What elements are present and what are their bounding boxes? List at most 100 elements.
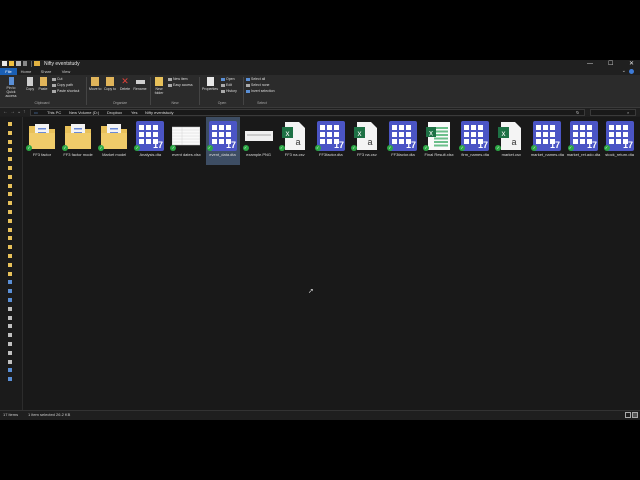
nav-folder-icon[interactable] (8, 368, 12, 373)
nav-folder-icon[interactable] (8, 324, 12, 329)
copy-button[interactable]: Copy (25, 77, 35, 91)
breadcrumb-volume[interactable]: New Volume (D:) (69, 110, 99, 116)
copy-to-button[interactable]: Copy to (104, 77, 116, 91)
select-all-button[interactable]: Select all (246, 77, 265, 82)
file-item[interactable]: ✓ event dates.xlsx (169, 117, 203, 165)
history-button[interactable]: History (221, 89, 237, 94)
nav-folder-icon[interactable] (8, 218, 12, 223)
nav-folder-icon[interactable] (8, 236, 12, 241)
maximize-button[interactable]: ☐ (608, 60, 613, 68)
search-input[interactable]: ⌕ (590, 108, 636, 116)
tab-home[interactable]: Home (18, 68, 34, 75)
nav-folder-icon[interactable] (8, 262, 12, 267)
recent-locations-button[interactable]: ⌄ (17, 108, 21, 116)
scissors-icon (52, 77, 56, 81)
tab-view[interactable]: View (58, 68, 74, 75)
properties-icon[interactable] (2, 61, 7, 66)
paste-button[interactable]: Paste (38, 77, 48, 91)
nav-folder-icon[interactable] (8, 359, 12, 364)
file-item[interactable]: 17 ✓ Analysis.dta (133, 117, 167, 165)
pin-quick-access-button[interactable]: Pin to Quick access (2, 77, 20, 98)
file-item[interactable]: 17 ✓ event_data.dta (205, 117, 240, 165)
nav-folder-icon[interactable] (8, 139, 12, 144)
file-item[interactable]: 17 ✓ market_names.dta (530, 117, 564, 165)
nav-folder-icon[interactable] (8, 183, 12, 188)
minimize-button[interactable]: — (587, 60, 593, 68)
open-button[interactable]: Open (221, 77, 235, 82)
file-item[interactable]: x ✓ Final Result.xlsx (422, 117, 456, 165)
navigation-pane[interactable] (0, 117, 23, 410)
breadcrumb-dropbox[interactable]: Dropbox (107, 110, 122, 116)
move-to-icon (91, 77, 99, 86)
file-item[interactable]: x a ✓ FF3 na.csv (278, 117, 312, 165)
tab-file[interactable]: File (0, 68, 17, 75)
select-none-button[interactable]: Select none (246, 83, 270, 88)
file-item[interactable]: ✓ FF3 factor (25, 117, 59, 165)
cut-button[interactable]: Cut (52, 77, 62, 82)
customize-toolbar-icon[interactable] (23, 61, 27, 66)
nav-folder-icon[interactable] (8, 166, 12, 170)
paste-shortcut-button[interactable]: Paste shortcut (52, 89, 79, 94)
nav-folder-icon[interactable] (8, 315, 12, 320)
breadcrumb-yes[interactable]: Yes (131, 110, 138, 116)
nav-folder-icon[interactable] (8, 342, 12, 346)
new-item-button[interactable]: New item (168, 77, 188, 82)
nav-folder-icon[interactable] (8, 333, 12, 338)
nav-folder-icon[interactable] (8, 298, 12, 302)
file-item[interactable]: ✓ FF3 factor mode (61, 117, 95, 165)
nav-folder-icon[interactable] (8, 306, 12, 311)
nav-folder-icon[interactable] (8, 130, 12, 135)
file-item[interactable]: 17 ✓ stock_return.dta (603, 117, 637, 165)
new-folder-button[interactable]: New folder (153, 77, 165, 95)
nav-folder-icon[interactable] (8, 271, 12, 276)
file-item[interactable]: x a ✓ market.csv (494, 117, 528, 165)
back-button[interactable]: ← (3, 108, 8, 116)
file-item[interactable]: ✓ Market model (97, 117, 131, 165)
quick-access-icon[interactable] (16, 61, 21, 66)
nav-folder-icon[interactable] (8, 192, 12, 197)
properties-button[interactable]: Properties (202, 77, 218, 91)
rename-button[interactable]: Rename (133, 77, 147, 91)
nav-folder-icon[interactable] (8, 227, 12, 232)
file-item[interactable]: 17 ✓ FF3factor.dta (386, 117, 420, 165)
new-folder-icon[interactable] (9, 61, 14, 66)
large-icons-view-button[interactable] (632, 412, 638, 418)
file-item[interactable]: 17 ✓ FF3factor.dta (314, 117, 348, 165)
invert-selection-button[interactable]: Invert selection (246, 89, 275, 94)
file-item[interactable]: x a ✓ FF3 na.csv (350, 117, 384, 165)
nav-folder-icon[interactable] (8, 157, 12, 162)
file-item[interactable]: 17 ✓ firm_names.dta (458, 117, 492, 165)
help-icon[interactable] (629, 69, 634, 74)
forward-button[interactable]: → (10, 108, 15, 116)
nav-folder-icon[interactable] (8, 245, 12, 250)
nav-folder-icon[interactable] (8, 377, 12, 382)
svg-text:17: 17 (153, 140, 163, 150)
nav-folder-icon[interactable] (8, 174, 12, 179)
nav-folder-icon[interactable] (8, 280, 12, 285)
easy-access-button[interactable]: Easy access (168, 83, 193, 88)
collapse-ribbon-icon[interactable]: ⌄ (622, 68, 626, 75)
move-to-button[interactable]: Move to (89, 77, 101, 91)
delete-button[interactable]: ✕ Delete (119, 77, 131, 92)
nav-folder-icon[interactable] (8, 148, 12, 153)
copy-path-button[interactable]: Copy path (52, 83, 73, 88)
up-button[interactable]: ↑ (23, 108, 26, 116)
file-item[interactable]: 17 ✓ market_ret.ado.dta (567, 117, 601, 165)
nav-folder-icon[interactable] (8, 254, 12, 258)
address-input[interactable]: ▭ This PC New Volume (D:) Dropbox Yes Ni… (30, 108, 585, 116)
file-list[interactable]: ➚ ✓ FF3 factor ✓ FF3 factor mode ✓ Market mod… (23, 117, 640, 410)
nav-folder-icon[interactable] (8, 350, 12, 355)
edit-button[interactable]: Edit (221, 83, 232, 88)
tab-share[interactable]: Share (38, 68, 54, 75)
details-view-button[interactable] (625, 412, 631, 418)
nav-folder-icon[interactable] (8, 201, 12, 206)
refresh-button[interactable]: ↻ (576, 110, 579, 116)
file-item[interactable]: ✓ example.PNG (242, 117, 276, 165)
close-button[interactable]: ✕ (629, 60, 634, 68)
nav-folder-icon[interactable] (8, 122, 12, 126)
breadcrumb-this-pc[interactable]: This PC (47, 110, 61, 116)
nav-folder-icon[interactable] (8, 289, 12, 294)
breadcrumb-current[interactable]: Nifty eventstudy (145, 110, 173, 116)
sync-status-icon: ✓ (314, 145, 321, 151)
nav-folder-icon[interactable] (8, 210, 12, 214)
